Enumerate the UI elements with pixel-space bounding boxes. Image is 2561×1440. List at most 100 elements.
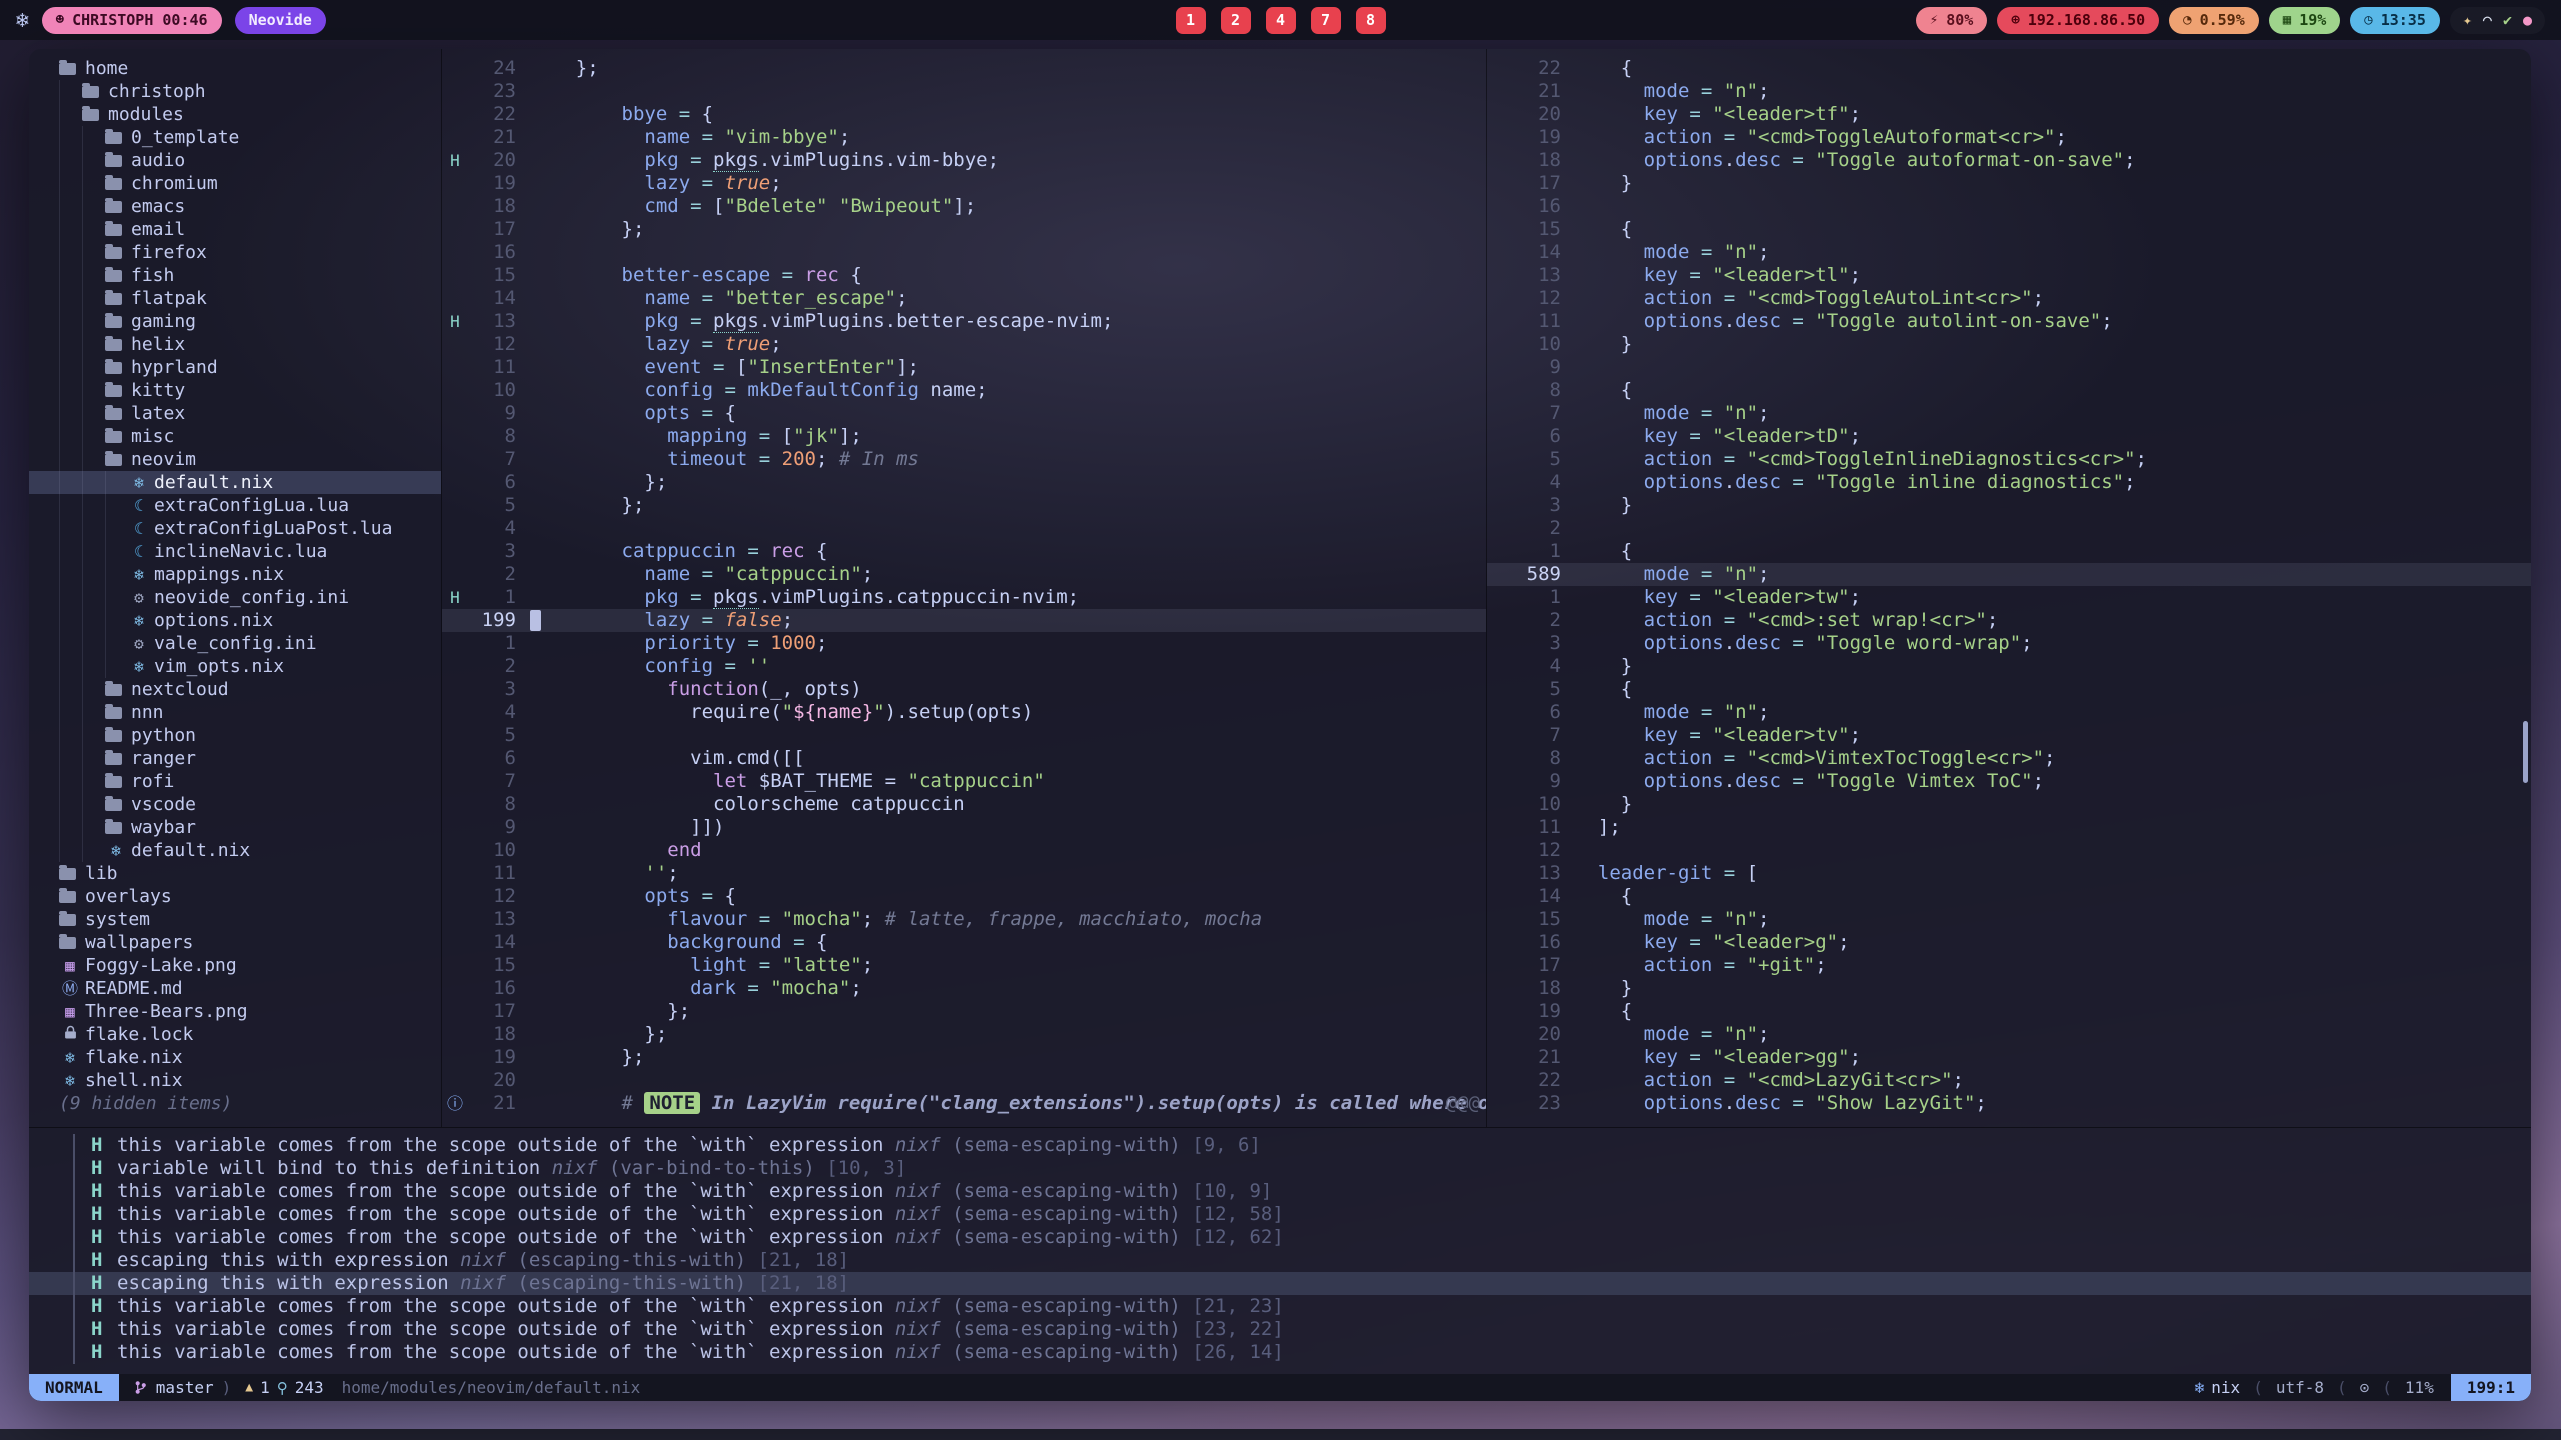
diagnostic-row[interactable]: Hthis variable comes from the scope outs… bbox=[29, 1318, 2531, 1341]
code-line[interactable]: 23 options.desc = "Show LazyGit"; bbox=[1487, 1092, 2531, 1115]
tree-item[interactable]: flake.lock bbox=[29, 1023, 441, 1046]
workspace-button-2[interactable]: 2 bbox=[1221, 7, 1251, 34]
diagnostic-row[interactable]: Hthis variable comes from the scope outs… bbox=[29, 1134, 2531, 1157]
cpu-usage[interactable]: ◔0.59% bbox=[2169, 7, 2259, 34]
tree-item[interactable]: audio bbox=[29, 149, 441, 172]
tree-item[interactable]: lib bbox=[29, 862, 441, 885]
diagnostic-counts[interactable]: ▲ 1 ⚲ 243 bbox=[245, 1378, 323, 1397]
code-line[interactable]: 19 lazy = true; bbox=[442, 172, 1486, 195]
tree-item[interactable]: emacs bbox=[29, 195, 441, 218]
tree-item[interactable]: ❄default.nix bbox=[29, 471, 441, 494]
tree-item[interactable]: chromium bbox=[29, 172, 441, 195]
tree-item[interactable]: neovim bbox=[29, 448, 441, 471]
tree-item[interactable]: email bbox=[29, 218, 441, 241]
code-line[interactable]: 14 name = "better_escape"; bbox=[442, 287, 1486, 310]
code-line[interactable]: 17 }; bbox=[442, 1000, 1486, 1023]
code-line[interactable]: 24 }; bbox=[442, 57, 1486, 80]
code-line[interactable]: 8 { bbox=[1487, 379, 2531, 402]
workspace-button-8[interactable]: 8 bbox=[1356, 7, 1386, 34]
tree-item[interactable]: 0_template bbox=[29, 126, 441, 149]
workspace-button-7[interactable]: 7 bbox=[1311, 7, 1341, 34]
tree-item[interactable]: wallpapers bbox=[29, 931, 441, 954]
code-line[interactable]: 4 bbox=[442, 517, 1486, 540]
diagnostic-row[interactable]: Hthis variable comes from the scope outs… bbox=[29, 1180, 2531, 1203]
tree-item[interactable]: latex bbox=[29, 402, 441, 425]
diagnostic-row[interactable]: Hthis variable comes from the scope outs… bbox=[29, 1203, 2531, 1226]
code-line[interactable]: 2 name = "catppuccin"; bbox=[442, 563, 1486, 586]
tree-item[interactable]: flatpak bbox=[29, 287, 441, 310]
code-line[interactable]: 10 } bbox=[1487, 793, 2531, 816]
code-line[interactable]: 12 bbox=[1487, 839, 2531, 862]
code-line[interactable]: 11 options.desc = "Toggle autolint-on-sa… bbox=[1487, 310, 2531, 333]
code-line[interactable]: 6 }; bbox=[442, 471, 1486, 494]
code-line[interactable]: 1 key = "<leader>tw"; bbox=[1487, 586, 2531, 609]
code-line[interactable]: 20 mode = "n"; bbox=[1487, 1023, 2531, 1046]
code-line[interactable]: 3 function(_, opts) bbox=[442, 678, 1486, 701]
tree-item[interactable]: ranger bbox=[29, 747, 441, 770]
diagnostic-row[interactable]: Hescaping this with expression nixf (esc… bbox=[29, 1249, 2531, 1272]
code-line[interactable]: 9 options.desc = "Toggle Vimtex ToC"; bbox=[1487, 770, 2531, 793]
tree-item[interactable]: modules bbox=[29, 103, 441, 126]
code-line[interactable]: 19 { bbox=[1487, 1000, 2531, 1023]
check-icon[interactable]: ✔ bbox=[2503, 11, 2512, 29]
code-line[interactable]: 18 } bbox=[1487, 977, 2531, 1000]
diagnostic-row[interactable]: Hescaping this with expression nixf (esc… bbox=[29, 1272, 2531, 1295]
code-line[interactable]: 20 key = "<leader>tf"; bbox=[1487, 103, 2531, 126]
code-line[interactable]: 17 action = "+git"; bbox=[1487, 954, 2531, 977]
tree-item[interactable]: kitty bbox=[29, 379, 441, 402]
lightbulb-icon[interactable]: ✦ bbox=[2463, 11, 2472, 29]
code-line[interactable]: H20 pkg = pkgs.vimPlugins.vim-bbye; bbox=[442, 149, 1486, 172]
code-line[interactable]: H13 pkg = pkgs.vimPlugins.better-escape-… bbox=[442, 310, 1486, 333]
code-line[interactable]: 16 dark = "mocha"; bbox=[442, 977, 1486, 1000]
code-line[interactable]: 11 event = ["InsertEnter"]; bbox=[442, 356, 1486, 379]
code-line[interactable]: 17 }; bbox=[442, 218, 1486, 241]
diagnostic-row[interactable]: Hvariable will bind to this definition n… bbox=[29, 1157, 2531, 1180]
diagnostic-row[interactable]: Hthis variable comes from the scope outs… bbox=[29, 1226, 2531, 1249]
code-line[interactable]: 4 options.desc = "Toggle inline diagnost… bbox=[1487, 471, 2531, 494]
code-line[interactable]: 19 }; bbox=[442, 1046, 1486, 1069]
code-line[interactable]: 15 better-escape = rec { bbox=[442, 264, 1486, 287]
tree-item[interactable]: rofi bbox=[29, 770, 441, 793]
workspace-button-4[interactable]: 4 bbox=[1266, 7, 1296, 34]
code-line[interactable]: 8 mapping = ["jk"]; bbox=[442, 425, 1486, 448]
code-line[interactable]: 3 options.desc = "Toggle word-wrap"; bbox=[1487, 632, 2531, 655]
code-line[interactable]: 2 action = "<cmd>:set wrap!<cr>"; bbox=[1487, 609, 2531, 632]
code-line[interactable]: 14 { bbox=[1487, 885, 2531, 908]
code-line[interactable]: 3 catppuccin = rec { bbox=[442, 540, 1486, 563]
code-line[interactable]: 15 mode = "n"; bbox=[1487, 908, 2531, 931]
tree-item[interactable]: ❄flake.nix bbox=[29, 1046, 441, 1069]
code-line[interactable]: 1 { bbox=[1487, 540, 2531, 563]
code-line[interactable]: 2 bbox=[1487, 517, 2531, 540]
code-line[interactable]: 6 vim.cmd([[ bbox=[442, 747, 1486, 770]
workspace-button-1[interactable]: 1 bbox=[1176, 7, 1206, 34]
tree-item[interactable]: ❄options.nix bbox=[29, 609, 441, 632]
code-line[interactable]: 5 action = "<cmd>ToggleInlineDiagnostics… bbox=[1487, 448, 2531, 471]
tree-item[interactable]: waybar bbox=[29, 816, 441, 839]
code-line[interactable]: 14 background = { bbox=[442, 931, 1486, 954]
code-line[interactable]: 22 { bbox=[1487, 57, 2531, 80]
tree-item[interactable]: christoph bbox=[29, 80, 441, 103]
tree-item[interactable]: ▦Foggy-Lake.png bbox=[29, 954, 441, 977]
code-line[interactable]: 7 let $BAT_THEME = "catppuccin" bbox=[442, 770, 1486, 793]
code-line[interactable]: 12 opts = { bbox=[442, 885, 1486, 908]
tree-item[interactable]: ⚙vale_config.ini bbox=[29, 632, 441, 655]
diagnostic-row[interactable]: Hthis variable comes from the scope outs… bbox=[29, 1295, 2531, 1318]
code-line[interactable]: ⓘ21 # NOTE In LazyVim require("clang_ext… bbox=[442, 1092, 1486, 1115]
code-line[interactable]: 21 name = "vim-bbye"; bbox=[442, 126, 1486, 149]
code-line[interactable]: 199 lazy = false; bbox=[442, 609, 1486, 632]
code-line[interactable]: 10 end bbox=[442, 839, 1486, 862]
tree-item[interactable]: fish bbox=[29, 264, 441, 287]
tree-item[interactable]: gaming bbox=[29, 310, 441, 333]
tree-item[interactable]: firefox bbox=[29, 241, 441, 264]
tree-item[interactable]: system bbox=[29, 908, 441, 931]
code-line[interactable]: 9 ]]) bbox=[442, 816, 1486, 839]
code-line[interactable]: 15 { bbox=[1487, 218, 2531, 241]
code-line[interactable]: 21 key = "<leader>gg"; bbox=[1487, 1046, 2531, 1069]
tree-item[interactable]: ☾extraConfigLua.lua bbox=[29, 494, 441, 517]
tree-item[interactable]: ❄vim_opts.nix bbox=[29, 655, 441, 678]
code-line[interactable]: 2 config = '' bbox=[442, 655, 1486, 678]
code-line[interactable]: 18 }; bbox=[442, 1023, 1486, 1046]
code-line[interactable]: 6 key = "<leader>tD"; bbox=[1487, 425, 2531, 448]
code-line[interactable]: 16 bbox=[442, 241, 1486, 264]
color-dot-icon[interactable]: ● bbox=[2523, 11, 2532, 29]
